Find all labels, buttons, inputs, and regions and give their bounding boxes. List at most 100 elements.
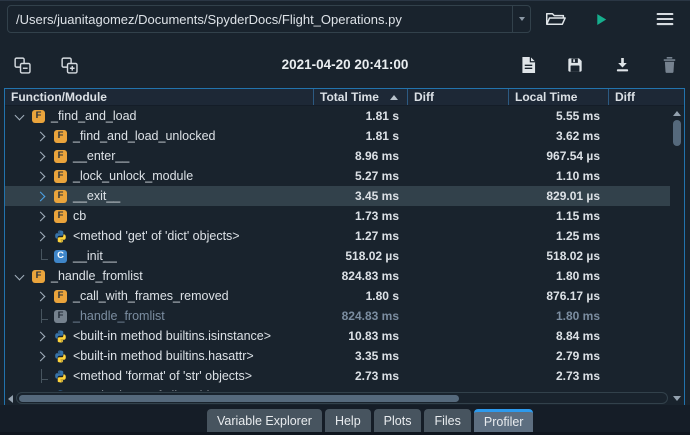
tree-marker[interactable] <box>35 170 48 183</box>
cell-local-time: 5.55 ms <box>555 109 600 123</box>
pane-tabs: Variable Explorer Help Plots Files Profiler <box>207 409 534 432</box>
open-report-button[interactable] <box>515 52 541 78</box>
table-row[interactable]: <built-in method builtins.isinstance> 10… <box>5 326 670 346</box>
combobox-dropdown-button[interactable] <box>512 6 530 32</box>
tree-marker[interactable] <box>35 350 48 363</box>
tab-variable-explorer[interactable]: Variable Explorer <box>207 409 322 432</box>
function-name: _call_with_frames_removed <box>73 289 229 303</box>
function-name: <built-in method builtins.isinstance> <box>73 329 272 343</box>
cell-total-time: 2.73 ms <box>354 369 399 383</box>
row-icon-slot: F <box>54 309 67 323</box>
cell-local-time: 1.10 ms <box>555 169 600 183</box>
function-name: <built-in method builtins.hasattr> <box>73 349 254 363</box>
row-icon-slot: F <box>54 209 67 223</box>
cell-local-time: 1.80 ms <box>555 269 600 283</box>
function-icon: F <box>32 269 45 283</box>
row-icon-slot: F <box>32 109 45 123</box>
tree-marker[interactable] <box>35 309 48 323</box>
cell-total-time: 8.96 ms <box>354 149 399 163</box>
script-path-value: /Users/juanitagomez/Documents/SpyderDocs… <box>16 11 402 27</box>
cell-function-module: F _lock_unlock_module <box>5 169 314 183</box>
collapse-button[interactable] <box>9 52 35 78</box>
function-icon: F <box>32 109 45 123</box>
header-total-time[interactable]: Total Time <box>314 89 408 105</box>
table-row[interactable]: F _find_and_load 1.81 s 5.55 ms <box>5 106 670 126</box>
scroll-down-icon <box>673 395 681 401</box>
cell-total-time: 5.27 ms <box>354 169 399 183</box>
save-icon <box>568 58 582 72</box>
browse-file-button[interactable] <box>541 5 569 33</box>
tree-marker[interactable] <box>35 369 48 383</box>
table-row[interactable]: F cb 1.73 ms 1.15 ms <box>5 206 670 226</box>
tab-profiler[interactable]: Profiler <box>473 409 534 432</box>
save-data-button[interactable] <box>562 52 588 78</box>
table-row[interactable]: F _handle_fromlist 824.83 ms 1.80 ms <box>5 306 670 326</box>
row-icon-slot <box>54 230 67 243</box>
horizontal-scrollbar[interactable] <box>5 391 670 405</box>
table-row[interactable]: F __exit__ 3.45 ms 829.01 µs <box>5 186 670 206</box>
tree-marker[interactable] <box>35 150 48 163</box>
tree-marker[interactable] <box>13 110 26 123</box>
cell-local-time: 2.73 ms <box>555 369 600 383</box>
tree-marker[interactable] <box>35 210 48 223</box>
clear-button[interactable] <box>656 52 682 78</box>
function-name: _find_and_load <box>51 109 137 123</box>
table-row[interactable]: C __init__ 518.02 µs 518.02 µs <box>5 246 670 266</box>
header-diff-local[interactable]: Diff <box>609 89 684 105</box>
options-menu-button[interactable] <box>651 5 679 33</box>
horizontal-scrollbar-thumb[interactable] <box>19 394 459 402</box>
hamburger-icon <box>656 12 674 25</box>
table-row[interactable]: F _call_with_frames_removed 1.80 s 876.1… <box>5 286 670 306</box>
expand-button[interactable] <box>56 52 82 78</box>
collapse-icon <box>13 56 31 74</box>
tree-marker[interactable] <box>35 130 48 143</box>
tab-help[interactable]: Help <box>324 409 371 432</box>
tree-marker[interactable] <box>35 249 48 263</box>
script-path-combobox[interactable]: /Users/juanitagomez/Documents/SpyderDocs… <box>7 5 531 33</box>
header-function-module[interactable]: Function/Module <box>5 89 314 105</box>
cell-total-time: 1.73 ms <box>354 209 399 223</box>
vertical-scrollbar-thumb[interactable] <box>673 120 681 146</box>
row-icon-slot: F <box>54 189 67 203</box>
tree-marker[interactable] <box>35 290 48 303</box>
trash-icon <box>663 57 675 73</box>
tab-plots[interactable]: Plots <box>373 409 422 432</box>
table-row[interactable]: <method 'get' of 'dict' objects> 1.27 ms… <box>5 226 670 246</box>
function-name: _find_and_load_unlocked <box>73 129 216 143</box>
cell-total-time: 1.81 s <box>365 129 399 143</box>
cell-total-time: 3.35 ms <box>354 349 399 363</box>
vertical-scrollbar[interactable] <box>670 106 684 391</box>
table-row[interactable]: F _find_and_load_unlocked 1.81 s 3.62 ms <box>5 126 670 146</box>
header-diff-total[interactable]: Diff <box>408 89 509 105</box>
function-name: __enter__ <box>73 149 130 163</box>
tree-marker[interactable] <box>35 330 48 343</box>
cell-function-module: F __exit__ <box>5 189 314 203</box>
cell-function-module: F __enter__ <box>5 149 314 163</box>
scroll-up-icon <box>673 111 681 116</box>
cell-total-time: 3.45 ms <box>354 189 399 203</box>
row-icon-slot: F <box>54 149 67 163</box>
function-name: _handle_fromlist <box>51 269 143 283</box>
row-icon-slot: C <box>54 249 67 263</box>
tab-files[interactable]: Files <box>424 409 471 432</box>
cell-local-time: 876.17 µs <box>546 289 600 303</box>
download-button[interactable] <box>609 52 635 78</box>
tree-marker[interactable] <box>13 270 26 283</box>
table-row[interactable]: F _handle_fromlist 824.83 ms 1.80 ms <box>5 266 670 286</box>
table-row[interactable]: F __enter__ 8.96 ms 967.54 µs <box>5 146 670 166</box>
function-name: __init__ <box>73 249 117 263</box>
header-local-time[interactable]: Local Time <box>509 89 609 105</box>
table-row[interactable]: F _lock_unlock_module 5.27 ms 1.10 ms <box>5 166 670 186</box>
run-profiler-button[interactable] <box>587 5 615 33</box>
chevron-down-icon <box>518 17 525 21</box>
cell-total-time: 518.02 µs <box>345 249 399 263</box>
table-body: F _find_and_load 1.81 s 5.55 ms F _find_… <box>5 106 670 405</box>
cell-function-module: F _handle_fromlist <box>5 309 314 323</box>
cell-total-time: 1.80 s <box>365 289 399 303</box>
table-row[interactable]: <method 'format' of 'str' objects> 2.73 … <box>5 366 670 386</box>
cell-local-time: 1.15 ms <box>555 209 600 223</box>
tree-marker[interactable] <box>35 230 48 243</box>
cell-total-time: 824.83 ms <box>341 309 399 323</box>
table-row[interactable]: <built-in method builtins.hasattr> 3.35 … <box>5 346 670 366</box>
tree-marker[interactable] <box>35 190 48 203</box>
